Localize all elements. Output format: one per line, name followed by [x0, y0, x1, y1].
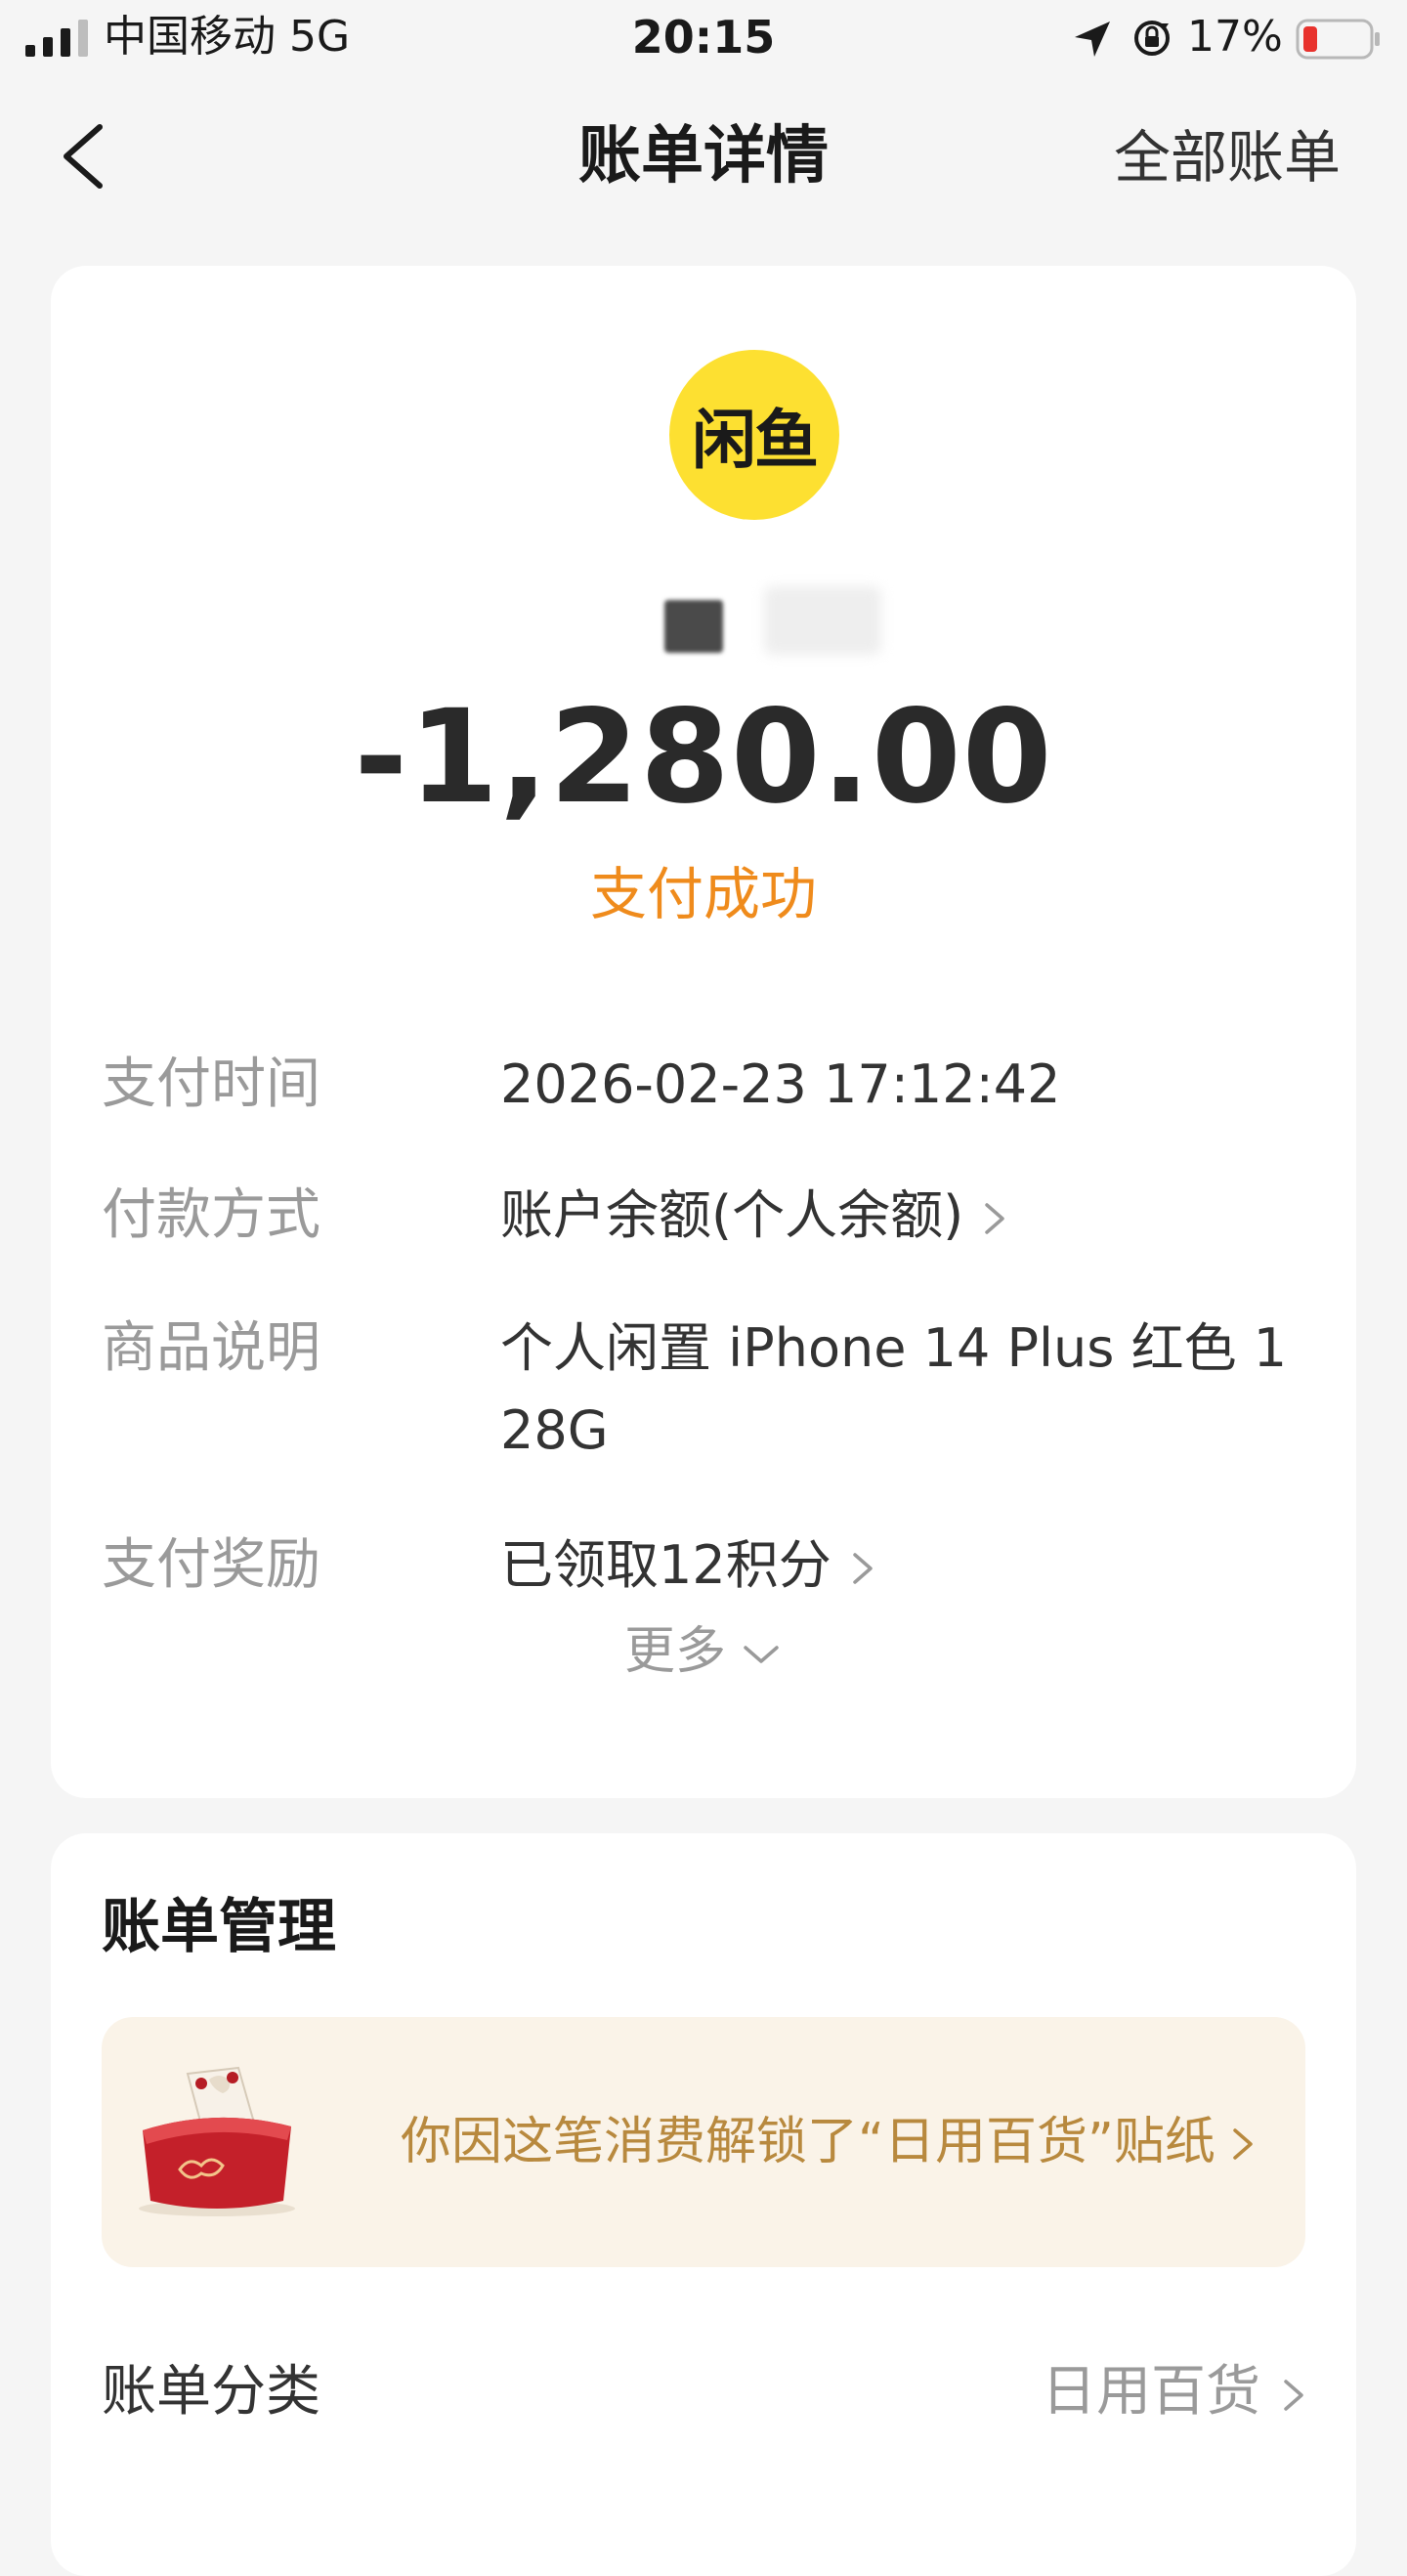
- row-label: 支付奖励: [102, 1533, 320, 1597]
- battery-icon: [1296, 19, 1380, 60]
- row-value[interactable]: 账户余额(个人余额): [500, 1175, 1301, 1257]
- section-title: 账单管理: [102, 1893, 336, 1961]
- chevron-right-icon: [985, 1203, 1004, 1235]
- row-value: 个人闲置 iPhone 14 Plus 红色 128G: [500, 1317, 1288, 1461]
- sticker-unlock-text: 你因这笔消费解锁了“日用百货”贴纸: [401, 2113, 1215, 2171]
- bill-category-label: 账单分类: [102, 2360, 320, 2424]
- battery-percent: 17%: [1187, 12, 1283, 62]
- nav-bar: 账单详情 全部账单: [0, 98, 1407, 215]
- row-label: 支付时间: [102, 1052, 320, 1116]
- chevron-right-icon: [1284, 2380, 1303, 2411]
- payment-status: 支付成功: [589, 861, 817, 927]
- row-label: 付款方式: [102, 1183, 320, 1247]
- chevron-right-icon: [1233, 2128, 1253, 2160]
- row-value[interactable]: 已领取12积分: [500, 1524, 1301, 1607]
- merchant-logo: 闲鱼: [669, 350, 839, 520]
- merchant-logo-text: 闲鱼: [692, 403, 819, 478]
- bill-management-card: 账单管理 你因这笔消费解锁了“日用百货”贴纸 账单分类 日用百货: [51, 1833, 1356, 2576]
- more-toggle[interactable]: 更多: [51, 1612, 1356, 1691]
- chevron-right-icon: [852, 1553, 873, 1585]
- bill-amount: -1,280.00: [354, 682, 1053, 833]
- rotation-lock-icon: [1134, 21, 1170, 56]
- row-label: 商品说明: [102, 1316, 320, 1380]
- bill-category-value[interactable]: 日用百货: [1042, 2351, 1309, 2433]
- status-bar: 中国移动 5G 20:15 17%: [0, 0, 1407, 76]
- merchant-name-redacted: [618, 579, 891, 657]
- all-bills-link[interactable]: 全部账单: [1114, 123, 1341, 192]
- more-label: 更多: [623, 1622, 726, 1681]
- sticker-unlock-banner[interactable]: 你因这笔消费解锁了“日用百货”贴纸: [102, 2017, 1305, 2267]
- tissue-box-sticker-icon: [139, 2066, 295, 2216]
- bill-detail-card: 闲鱼 -1,280.00 支付成功 支付时间 2026-02-23 17:12:…: [51, 266, 1356, 1798]
- location-arrow-icon: [1075, 21, 1110, 57]
- row-value: 2026-02-23 17:12:42: [500, 1053, 1061, 1115]
- chevron-down-icon: [744, 1646, 779, 1663]
